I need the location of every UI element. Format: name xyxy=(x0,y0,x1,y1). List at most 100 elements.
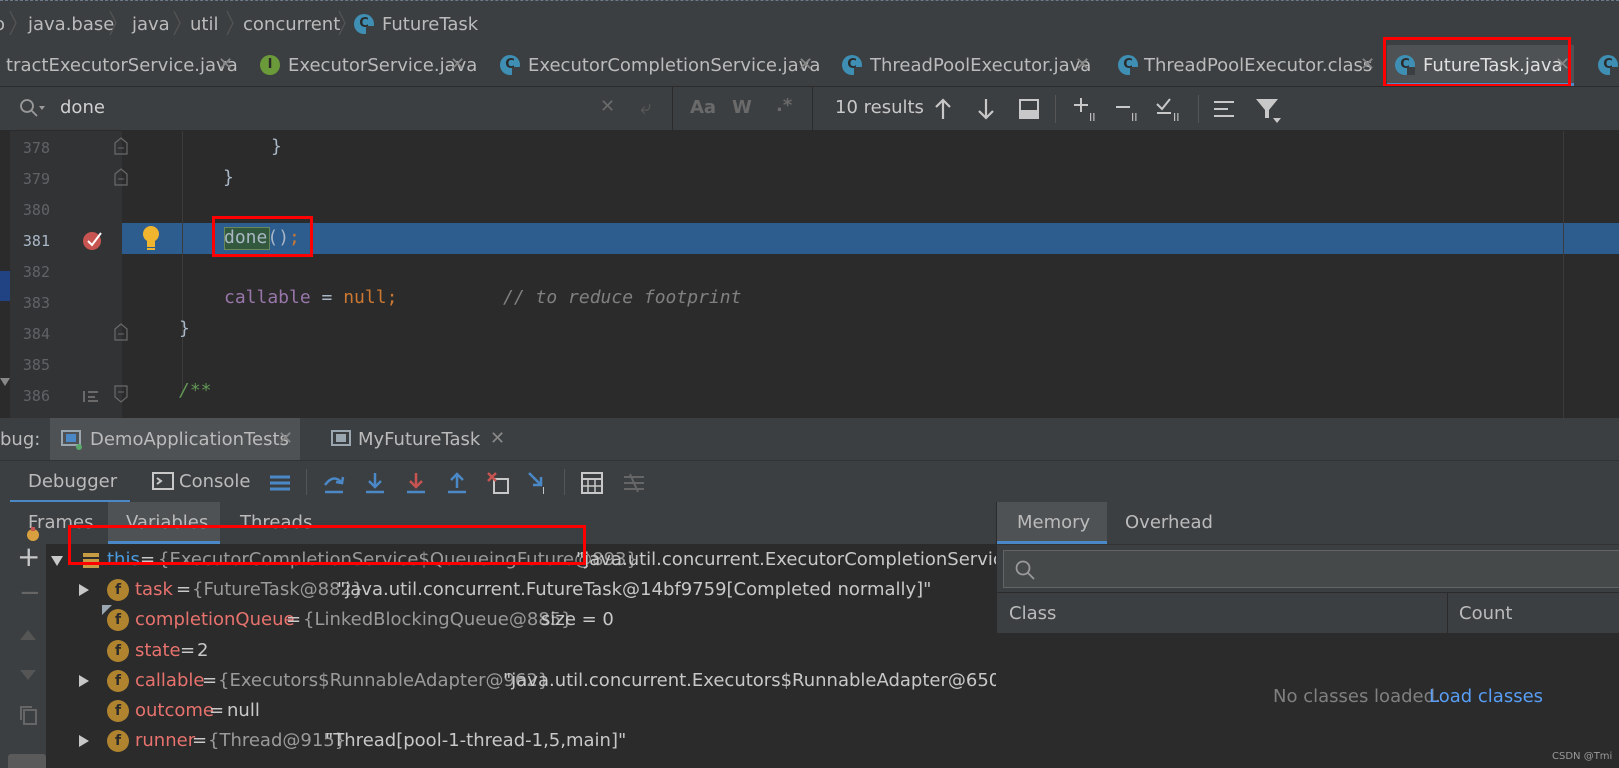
expand-arrow-icon[interactable] xyxy=(50,555,64,567)
collapsed-arrow-icon[interactable] xyxy=(78,674,90,688)
close-icon[interactable]: ✕ xyxy=(1075,54,1090,75)
close-icon[interactable]: ✕ xyxy=(218,54,233,75)
variable-tostring: size = 0 xyxy=(541,609,614,630)
close-icon[interactable]: ✕ xyxy=(278,428,293,449)
load-classes-link[interactable]: Load classes xyxy=(1429,686,1543,707)
final-marker-icon xyxy=(102,605,112,615)
step-into-icon[interactable] xyxy=(363,471,387,495)
drop-frame-icon[interactable] xyxy=(486,471,510,495)
fold-icon[interactable] xyxy=(114,168,128,186)
console-icon xyxy=(152,472,174,490)
variable-row-completion-queue[interactable]: f completionQueue = {LinkedBlockingQueue… xyxy=(0,605,996,636)
variable-row-task[interactable]: f task = {FutureTask@882} "java.util.con… xyxy=(0,575,996,606)
tab-console[interactable]: Console xyxy=(179,471,250,492)
filter-lines-icon[interactable] xyxy=(1212,98,1236,120)
tab-abstract-executor-service[interactable]: tractExecutorService.java ✕ xyxy=(0,45,240,86)
search-icon[interactable] xyxy=(18,97,46,119)
close-icon[interactable]: ✕ xyxy=(1360,54,1375,75)
tab-thread-pool-executor-class[interactable]: C ThreadPoolExecutor.class ✕ xyxy=(1108,45,1383,86)
chevron-right-icon xyxy=(338,10,346,36)
trace-stream-icon[interactable] xyxy=(622,471,646,495)
variable-tostring: "java.util.concurrent.Executors$Runnable… xyxy=(503,670,1041,691)
column-class[interactable]: Class xyxy=(1009,603,1056,624)
variable-name: outcome xyxy=(135,700,214,721)
operator: = xyxy=(310,287,344,308)
find-bar: done ✕ ⤶ Aa W .* 10 results II II II xyxy=(0,86,1619,132)
memory-search-input[interactable] xyxy=(1003,550,1619,588)
run-config-icon xyxy=(61,430,82,450)
replace-newline-icon[interactable]: ⤶ xyxy=(640,95,651,119)
breadcrumb-item[interactable]: java xyxy=(132,14,170,35)
variable-tostring: "java.util.concurrent.ExecutorCompletion… xyxy=(576,549,1040,570)
clear-icon[interactable]: ✕ xyxy=(600,96,615,117)
collapsed-arrow-icon[interactable] xyxy=(78,583,90,597)
step-over-icon[interactable] xyxy=(322,471,346,495)
run-to-cursor-icon[interactable]: I xyxy=(527,471,551,495)
select-all-icon[interactable] xyxy=(1018,98,1040,120)
variable-row-callable[interactable]: f callable = {Executors$RunnableAdapter@… xyxy=(0,666,1041,697)
chevron-right-icon xyxy=(173,10,181,36)
debug-session-bar: bug: DemoApplicationTests ✕ MyFutureTask… xyxy=(0,418,1619,460)
line-number: 381 xyxy=(22,232,50,250)
tab-thread-pool-executor-java[interactable]: C ThreadPoolExecutor.java ✕ xyxy=(832,45,1097,86)
match-case-toggle[interactable]: Aa xyxy=(690,97,716,118)
code-line: } xyxy=(223,167,234,188)
column-count[interactable]: Count xyxy=(1459,603,1512,624)
tab-executor-service[interactable]: I ExecutorService.java ✕ xyxy=(250,45,480,86)
collapsed-arrow-icon[interactable] xyxy=(78,734,90,748)
close-icon[interactable]: ✕ xyxy=(490,428,505,449)
variable-row-state[interactable]: f state = 2 xyxy=(0,636,996,667)
breadcrumb-item[interactable]: util xyxy=(190,14,218,35)
tab-label: ThreadPoolExecutor.class xyxy=(1144,55,1373,76)
breakpoint-icon[interactable] xyxy=(82,229,104,251)
variable-tostring: "Thread[pool-1-thread-1,5,main]" xyxy=(325,730,627,751)
tab-label: ExecutorCompletionService.java xyxy=(528,55,821,76)
code-line: } xyxy=(271,136,282,157)
remove-occurrence-icon[interactable]: II xyxy=(1114,96,1142,122)
collapse-arrow-icon xyxy=(0,378,10,386)
regex-toggle[interactable]: .* xyxy=(776,95,792,116)
close-icon[interactable]: ✕ xyxy=(798,54,813,75)
evaluate-expression-icon[interactable] xyxy=(580,471,604,495)
svg-text:I: I xyxy=(542,486,545,495)
tab-executor-completion-service[interactable]: C ExecutorCompletionService.java ✕ xyxy=(490,45,820,86)
layout-icon[interactable] xyxy=(268,471,292,495)
arrow-up-icon[interactable] xyxy=(932,97,954,121)
arrow-down-icon[interactable] xyxy=(975,97,997,121)
fold-icon[interactable] xyxy=(114,137,128,155)
session-tab-my-future-task[interactable]: MyFutureTask ✕ xyxy=(320,418,520,460)
fold-icon[interactable] xyxy=(114,385,128,403)
step-out-icon[interactable] xyxy=(445,471,469,495)
variable-row-outcome[interactable]: f outcome = null xyxy=(0,696,996,727)
tab-overhead[interactable]: Overhead xyxy=(1125,512,1213,533)
tab-debugger[interactable]: Debugger xyxy=(10,461,130,503)
breadcrumb-item[interactable]: java.base xyxy=(28,14,114,35)
search-input[interactable]: done xyxy=(60,97,105,118)
force-step-into-icon[interactable] xyxy=(404,471,428,495)
field-icon: f xyxy=(107,700,129,722)
close-icon[interactable]: ✕ xyxy=(450,54,465,75)
doc-comment-icon[interactable] xyxy=(82,389,100,403)
session-tab-demo-application-tests[interactable]: DemoApplicationTests ✕ xyxy=(50,418,300,460)
words-toggle[interactable]: W xyxy=(732,97,752,118)
breadcrumb-item[interactable]: FutureTask xyxy=(382,14,478,35)
line-number: 386 xyxy=(22,387,50,405)
variable-tostring: null xyxy=(227,700,260,721)
svg-text:II: II xyxy=(1089,111,1096,122)
code-editor[interactable] xyxy=(0,131,1619,418)
lightbulb-icon[interactable] xyxy=(141,225,161,251)
field-icon: f xyxy=(107,579,129,601)
tab-memory-active[interactable]: Memory xyxy=(997,502,1107,544)
editor-tab-bar: tractExecutorService.java ✕ I ExecutorSe… xyxy=(0,45,1619,86)
tab-label: Debugger xyxy=(28,471,118,492)
variable-name: completionQueue xyxy=(135,609,295,630)
variable-row-runner[interactable]: f runner = {Thread@915} "Thread[pool-1-t… xyxy=(0,726,996,757)
breadcrumb-item[interactable]: concurrent xyxy=(243,14,340,35)
fold-icon[interactable] xyxy=(114,323,128,341)
class-icon: C xyxy=(500,55,520,75)
select-all-occurrences-icon[interactable]: II xyxy=(1155,96,1185,122)
add-occurrence-icon[interactable]: II xyxy=(1072,96,1100,122)
filter-icon[interactable] xyxy=(1254,96,1282,124)
line-number: 383 xyxy=(22,294,50,312)
class-icon: C xyxy=(1598,55,1618,75)
